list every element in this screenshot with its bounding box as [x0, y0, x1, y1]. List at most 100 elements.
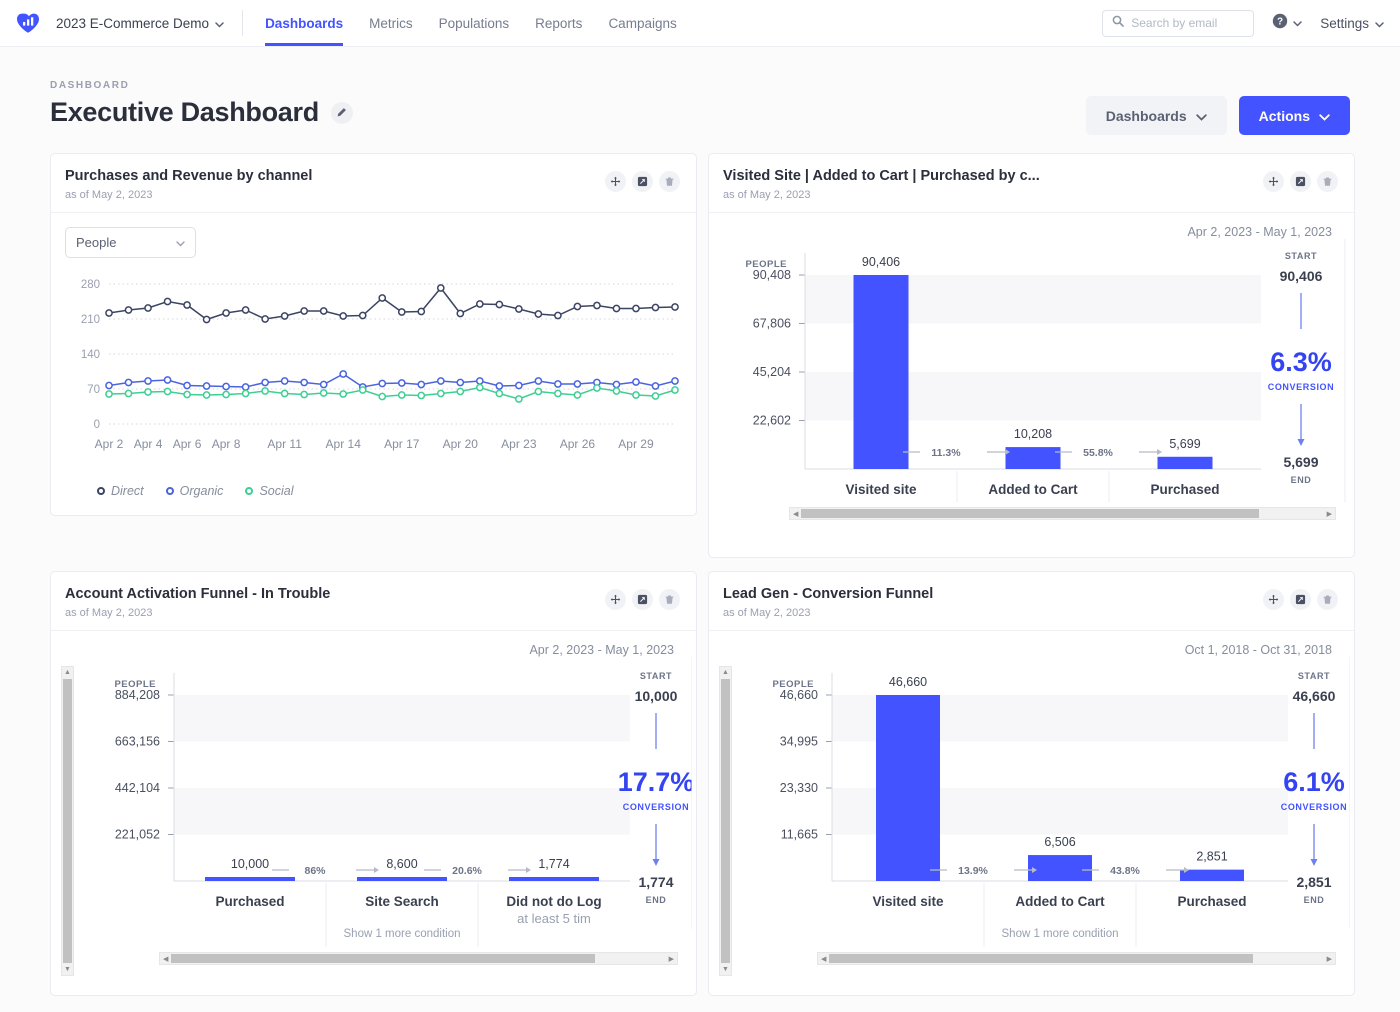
svg-text:START: START	[640, 671, 672, 681]
help-circle-icon: ?	[1272, 13, 1288, 34]
move-arrows-icon[interactable]	[605, 171, 626, 192]
svg-text:Apr 29: Apr 29	[618, 437, 654, 451]
svg-text:67,806: 67,806	[753, 317, 791, 331]
svg-text:Apr 14: Apr 14	[326, 437, 362, 451]
svg-text:442,104: 442,104	[115, 781, 160, 795]
legend-item-social[interactable]: Social	[245, 484, 293, 498]
svg-text:46,660: 46,660	[889, 675, 927, 689]
legend-dot-social	[245, 487, 253, 495]
edit-square-icon[interactable]	[1290, 171, 1311, 192]
svg-text:17.7%: 17.7%	[618, 767, 692, 797]
edit-square-icon[interactable]	[1290, 589, 1311, 610]
svg-text:at least 5 tim: at least 5 tim	[517, 911, 591, 926]
scroll-right-arrow[interactable]: ▶	[1324, 510, 1335, 518]
chevron-down-icon	[1375, 16, 1384, 31]
svg-text:34,995: 34,995	[780, 735, 818, 749]
svg-text:884,208: 884,208	[115, 688, 160, 702]
legend-dot-organic	[166, 487, 174, 495]
svg-text:10,000: 10,000	[231, 857, 269, 871]
legend-label-organic: Organic	[180, 484, 224, 498]
edit-square-icon[interactable]	[632, 589, 653, 610]
card-subtitle: as of May 2, 2023	[65, 607, 330, 619]
edit-title-button[interactable]	[331, 102, 353, 124]
horizontal-scrollbar[interactable]: ◀ ▶	[159, 952, 678, 965]
scroll-up-arrow[interactable]: ▲	[722, 667, 729, 678]
card-purchases-revenue: Purchases and Revenue by channel as of M…	[50, 153, 697, 516]
dashboards-button-label: Dashboards	[1106, 108, 1187, 124]
card-header: Visited Site | Added to Cart | Purchased…	[709, 154, 1354, 213]
svg-text:90,408: 90,408	[753, 268, 791, 282]
breadcrumb: DASHBOARD	[50, 80, 353, 91]
settings-label: Settings	[1320, 16, 1369, 31]
svg-text:663,156: 663,156	[115, 735, 160, 749]
trash-icon[interactable]	[659, 589, 680, 610]
settings-menu[interactable]: Settings	[1320, 16, 1384, 31]
nav-link-populations[interactable]: Populations	[439, 0, 510, 46]
svg-text:Visited site: Visited site	[845, 482, 917, 497]
funnel-body: Oct 1, 2018 - Oct 31, 2018 ▲ ▼ PEOPLE11,…	[709, 631, 1354, 976]
scrollbar-thumb[interactable]	[801, 509, 1259, 518]
legend-item-organic[interactable]: Organic	[166, 484, 224, 498]
line-chart-plot: 070140210280Apr 2Apr 4Apr 6Apr 8Apr 11Ap…	[65, 272, 682, 472]
edit-square-icon[interactable]	[632, 171, 653, 192]
svg-text:1,774: 1,774	[638, 874, 673, 890]
scroll-left-arrow[interactable]: ◀	[790, 510, 801, 518]
svg-text:CONVERSION: CONVERSION	[1281, 802, 1348, 812]
help-menu[interactable]: ?	[1272, 13, 1302, 34]
page-title-block: DASHBOARD Executive Dashboard	[50, 80, 353, 128]
svg-text:90,406: 90,406	[1280, 268, 1323, 284]
card-header: Account Activation Funnel - In Trouble a…	[51, 572, 696, 631]
scroll-left-arrow[interactable]: ◀	[160, 955, 171, 963]
project-selector[interactable]: 2023 E-Commerce Demo	[56, 16, 242, 31]
vertical-scrollbar[interactable]: ▲ ▼	[719, 666, 732, 976]
horizontal-scrollbar[interactable]: ◀ ▶	[817, 952, 1336, 965]
svg-text:8,600: 8,600	[386, 857, 417, 871]
legend-item-direct[interactable]: Direct	[97, 484, 144, 498]
scroll-left-arrow[interactable]: ◀	[818, 955, 829, 963]
trash-icon[interactable]	[1317, 171, 1338, 192]
svg-text:70: 70	[87, 384, 100, 396]
card-title: Account Activation Funnel - In Trouble	[65, 586, 330, 602]
actions-button[interactable]: Actions	[1239, 96, 1350, 135]
people-selector[interactable]: People	[65, 227, 196, 258]
move-arrows-icon[interactable]	[1263, 171, 1284, 192]
svg-text:46,660: 46,660	[1293, 688, 1336, 704]
trash-icon[interactable]	[659, 171, 680, 192]
svg-text:Purchased: Purchased	[215, 894, 284, 909]
scroll-up-arrow[interactable]: ▲	[64, 667, 71, 678]
move-arrows-icon[interactable]	[1263, 589, 1284, 610]
scrollbar-thumb[interactable]	[63, 679, 72, 963]
nav-link-reports[interactable]: Reports	[535, 0, 582, 46]
funnel-body: Apr 2, 2023 - May 1, 2023 PEOPLE22,60245…	[709, 213, 1354, 527]
nav-link-dashboards[interactable]: Dashboards	[265, 0, 343, 46]
scrollbar-thumb[interactable]	[721, 679, 730, 963]
trash-icon[interactable]	[1317, 589, 1338, 610]
svg-text:210: 210	[81, 314, 100, 326]
svg-text:START: START	[1285, 251, 1317, 261]
search-input[interactable]	[1131, 16, 1244, 30]
scroll-down-arrow[interactable]: ▼	[722, 964, 729, 975]
scroll-right-arrow[interactable]: ▶	[666, 955, 677, 963]
move-arrows-icon[interactable]	[605, 589, 626, 610]
app-logo-icon[interactable]	[16, 10, 42, 36]
svg-text:Show 1 more condition: Show 1 more condition	[344, 928, 461, 940]
scroll-down-arrow[interactable]: ▼	[64, 964, 71, 975]
nav-link-metrics[interactable]: Metrics	[369, 0, 413, 46]
dashboards-button[interactable]: Dashboards	[1086, 96, 1227, 135]
svg-text:23,330: 23,330	[780, 781, 818, 795]
svg-text:22,602: 22,602	[753, 414, 791, 428]
svg-text:Site Search: Site Search	[365, 894, 439, 909]
horizontal-scrollbar[interactable]: ◀ ▶	[789, 507, 1336, 520]
vertical-scrollbar[interactable]: ▲ ▼	[61, 666, 74, 976]
chevron-down-icon	[1293, 14, 1302, 32]
nav-link-campaigns[interactable]: Campaigns	[608, 0, 676, 46]
svg-text:46,660: 46,660	[780, 688, 818, 702]
card-title: Lead Gen - Conversion Funnel	[723, 586, 933, 602]
dashboard-grid: Purchases and Revenue by channel as of M…	[0, 135, 1400, 996]
chevron-down-icon	[1319, 108, 1330, 124]
svg-text:0: 0	[94, 419, 100, 431]
scrollbar-thumb[interactable]	[171, 954, 595, 963]
scrollbar-thumb[interactable]	[829, 954, 1253, 963]
search-box[interactable]	[1102, 10, 1254, 37]
scroll-right-arrow[interactable]: ▶	[1324, 955, 1335, 963]
